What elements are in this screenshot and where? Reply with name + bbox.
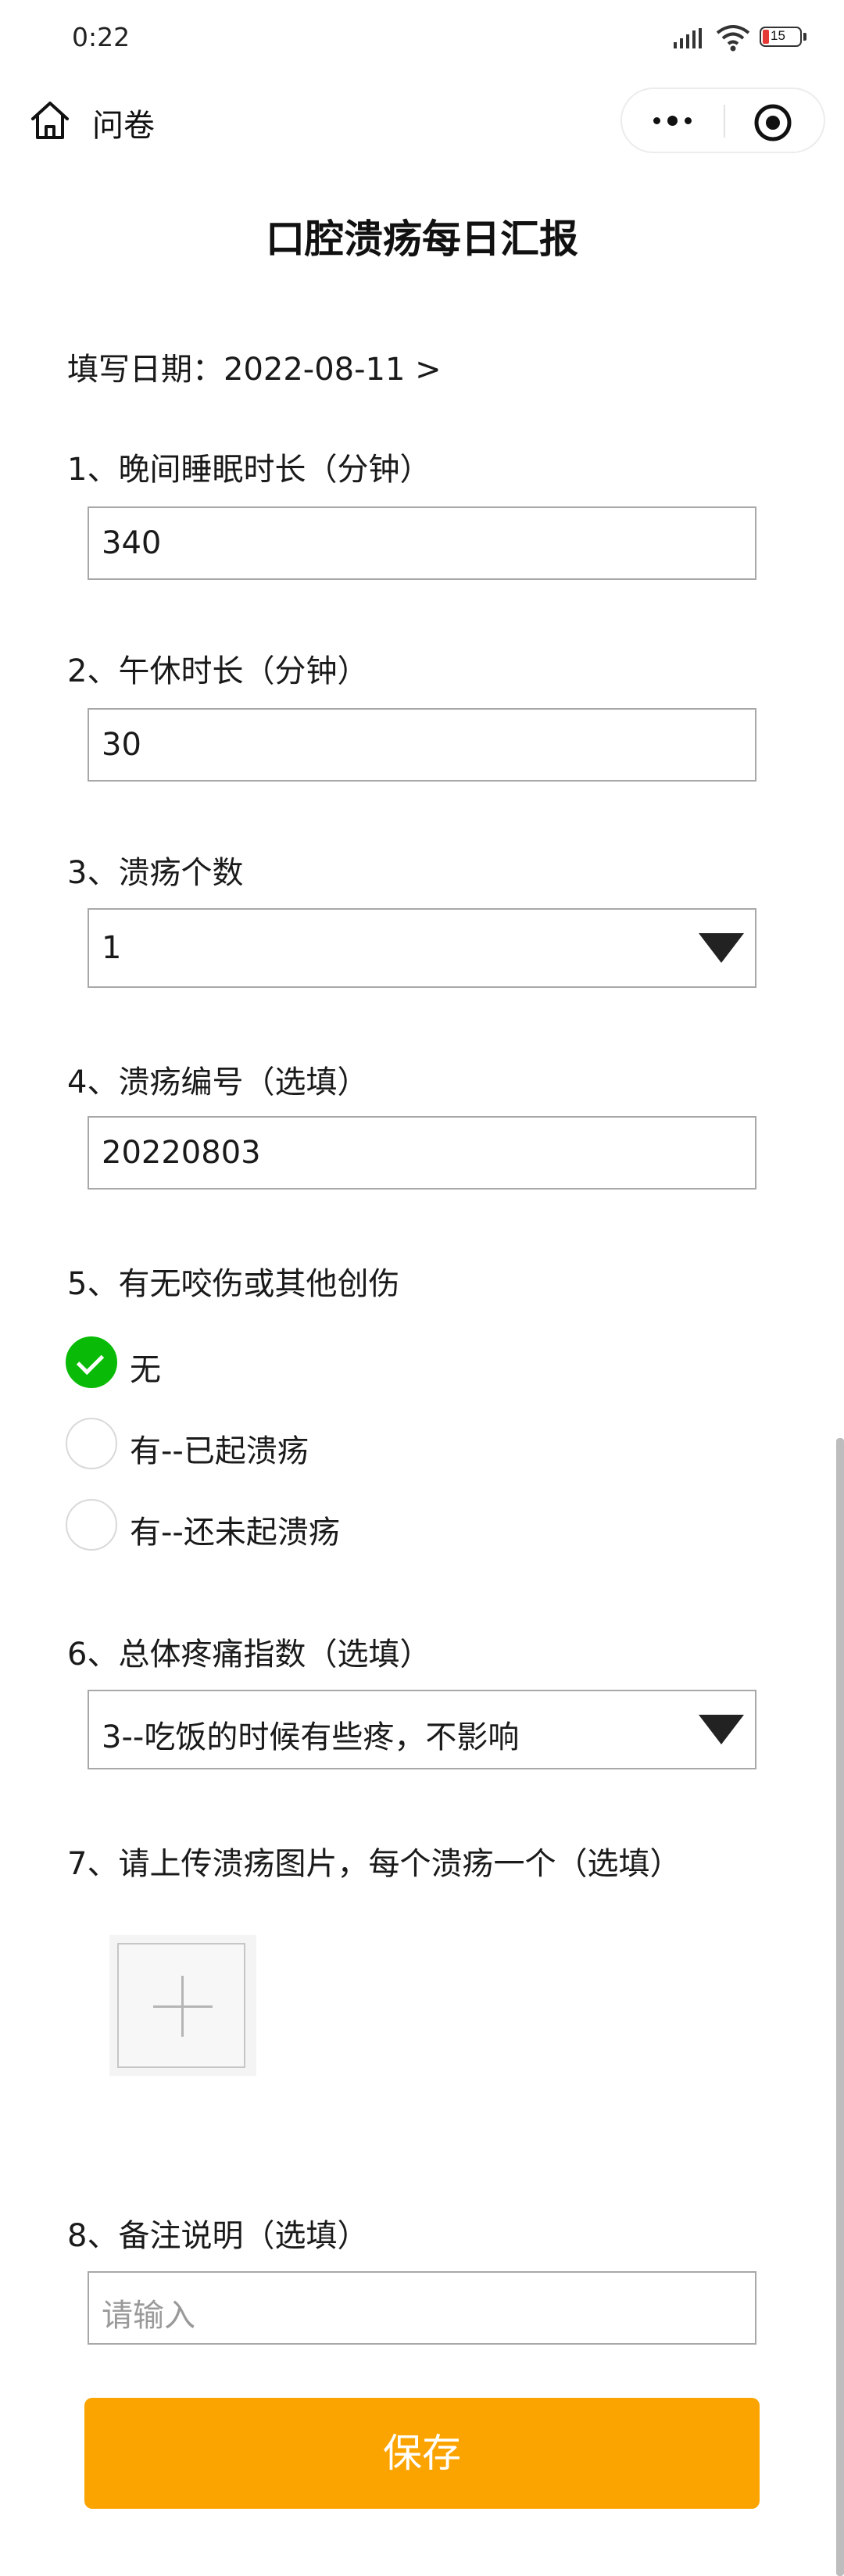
- nap-duration-value: 30: [102, 727, 141, 763]
- date-picker[interactable]: 填写日期：2022-08-11 >: [67, 344, 442, 389]
- ulcer-id-value: 20220803: [102, 1135, 261, 1171]
- target-icon[interactable]: [753, 103, 792, 142]
- checkmark-icon: [66, 1336, 117, 1388]
- radio-option-ulcer-not-formed[interactable]: 有--还未起溃疡: [66, 1499, 613, 1554]
- question-4-label: 4、溃疡编号（选填）: [67, 1064, 369, 1100]
- question-5-label: 5、有无咬伤或其他创伤: [67, 1266, 400, 1302]
- image-upload-button[interactable]: [109, 1935, 256, 2076]
- radio-circle-icon: [66, 1499, 117, 1551]
- question-7-label: 7、请上传溃疡图片，每个溃疡一个（选填）: [67, 1846, 681, 1882]
- radio-circle-icon: [66, 1418, 117, 1469]
- nap-duration-input[interactable]: 30: [88, 708, 756, 782]
- dropdown-arrow-icon: [699, 1715, 744, 1744]
- radio-option-label: 有--还未起溃疡: [130, 1515, 340, 1551]
- sleep-duration-value: 340: [102, 525, 162, 561]
- remarks-input[interactable]: 请输入: [88, 2271, 756, 2345]
- battery-level: 15: [771, 28, 785, 43]
- radio-option-label: 有--已起溃疡: [130, 1433, 309, 1469]
- remarks-placeholder: 请输入: [102, 2298, 195, 2334]
- radio-option-ulcer-formed[interactable]: 有--已起溃疡: [66, 1418, 613, 1472]
- question-6-label: 6、总体疼痛指数（选填）: [67, 1637, 431, 1673]
- ulcer-count-value: 1: [102, 930, 122, 966]
- signal-icon: [674, 28, 702, 48]
- wifi-icon: [716, 25, 750, 52]
- plus-icon: [117, 1943, 245, 2068]
- battery-icon: 15: [760, 27, 808, 50]
- page-title: 口腔溃疡每日汇报: [266, 216, 578, 262]
- question-8-label: 8、备注说明（选填）: [67, 2218, 369, 2254]
- pain-index-value: 3--吃饭的时候有些疼，不影响: [102, 1719, 520, 1755]
- capsule-divider: [724, 105, 725, 138]
- capsule-menu: [620, 88, 825, 153]
- question-1-label: 1、晚间睡眠时长（分钟）: [67, 452, 431, 488]
- save-button[interactable]: 保存: [84, 2398, 760, 2509]
- nav-title: 问卷: [92, 108, 155, 144]
- radio-option-none[interactable]: 无: [66, 1336, 613, 1391]
- sleep-duration-input[interactable]: 340: [88, 506, 756, 580]
- question-3-label: 3、溃疡个数: [67, 855, 244, 891]
- status-time: 0:22: [72, 22, 131, 52]
- question-2-label: 2、午休时长（分钟）: [67, 653, 369, 689]
- ulcer-count-select[interactable]: 1: [88, 908, 756, 988]
- scrollbar[interactable]: [836, 1438, 844, 2576]
- dropdown-arrow-icon: [699, 933, 744, 963]
- home-icon[interactable]: [30, 100, 70, 141]
- radio-option-label: 无: [130, 1352, 161, 1388]
- pain-index-select[interactable]: 3--吃饭的时候有些疼，不影响: [88, 1690, 756, 1769]
- ulcer-id-input[interactable]: 20220803: [88, 1116, 756, 1190]
- more-icon[interactable]: [650, 108, 697, 134]
